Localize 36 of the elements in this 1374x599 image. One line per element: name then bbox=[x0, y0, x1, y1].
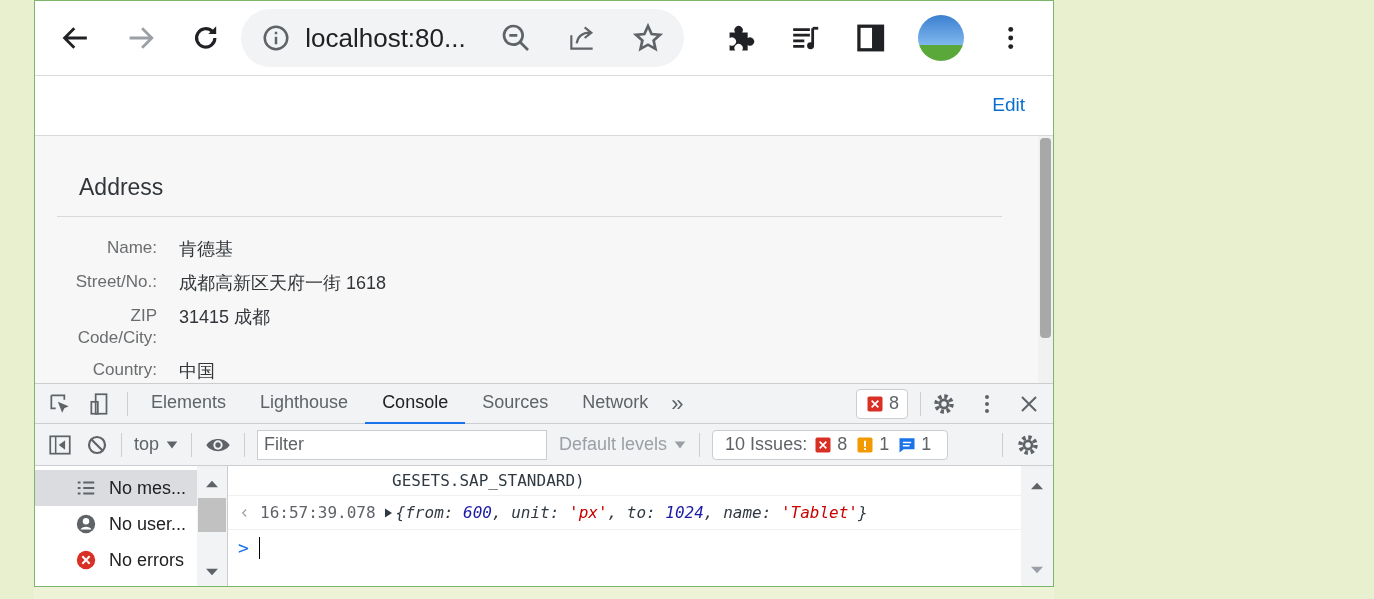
text-cursor bbox=[258, 536, 260, 559]
field-value: 成都高新区天府一街 1618 bbox=[179, 272, 387, 295]
devtools-tab[interactable]: Elements bbox=[134, 383, 244, 424]
section-title: Address bbox=[79, 173, 165, 202]
issues-button[interactable]: 10 Issues: 8 1 1 bbox=[712, 429, 949, 460]
edit-link[interactable]: Edit bbox=[992, 91, 1025, 120]
field-label: ZIP Code/City: bbox=[76, 305, 157, 349]
error-icon bbox=[75, 549, 97, 571]
scrollbar-thumb[interactable] bbox=[198, 498, 226, 532]
sidebar-item[interactable]: No user... bbox=[35, 506, 197, 542]
url-text: localhost:80... bbox=[305, 21, 466, 55]
side-panel-icon[interactable] bbox=[854, 22, 887, 54]
field-value: 肯德基 bbox=[179, 238, 233, 261]
star-icon[interactable] bbox=[632, 22, 665, 54]
timestamp: 16:57:39.078 bbox=[260, 501, 376, 524]
context-dropdown[interactable]: top bbox=[134, 431, 180, 458]
field-value: 31415 成都 bbox=[179, 306, 271, 329]
field-value: 中国 bbox=[179, 360, 215, 383]
sidebar-item[interactable]: No mes... bbox=[35, 470, 197, 506]
address-bar[interactable]: localhost:80... bbox=[241, 9, 685, 67]
more-tabs-button[interactable]: » bbox=[665, 387, 690, 420]
console-output: {from: 600, unit: 'px', to: 1024, name: 'Tablet'} bbox=[395, 501, 868, 524]
devtools-tab[interactable]: Network bbox=[565, 383, 666, 424]
devtools-tab[interactable]: Lighthouse bbox=[243, 383, 366, 424]
filter-field[interactable]: Filter bbox=[257, 429, 548, 460]
field-label: Street/No.: bbox=[74, 271, 157, 293]
devtools-tab[interactable]: Sources bbox=[465, 383, 566, 424]
error-count-button[interactable]: 8 bbox=[856, 388, 908, 419]
console-output: GESETS.SAP_STANDARD) bbox=[392, 469, 585, 492]
field-label: Name: bbox=[105, 237, 157, 259]
user-icon bbox=[75, 513, 97, 535]
scrollbar-thumb[interactable] bbox=[1040, 138, 1051, 338]
sidebar-item[interactable]: No errors bbox=[35, 542, 197, 578]
avatar-picture[interactable] bbox=[918, 15, 964, 61]
prompt-chevron: > bbox=[238, 536, 249, 560]
field-label: Country: bbox=[91, 359, 157, 381]
